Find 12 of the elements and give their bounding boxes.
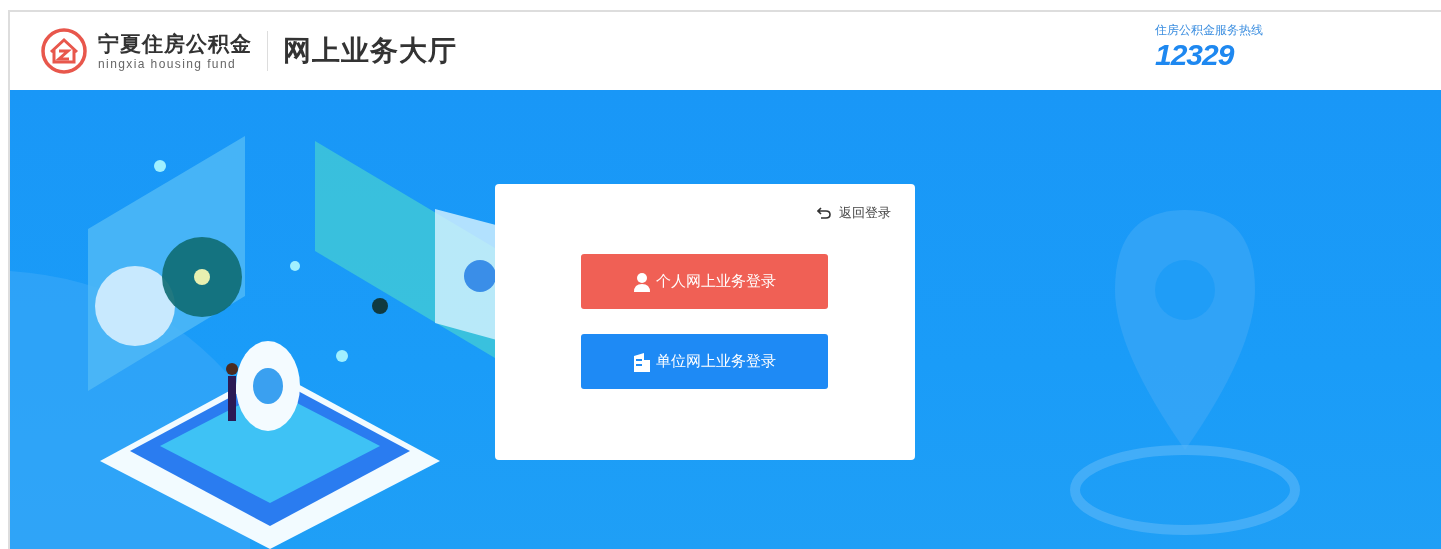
return-arrow-icon — [817, 207, 831, 219]
personal-login-button[interactable]: 个人网上业务登录 — [581, 254, 828, 309]
company-login-button[interactable]: 单位网上业务登录 — [581, 334, 828, 389]
hotline-number: 12329 — [1155, 39, 1235, 71]
person-icon — [633, 271, 651, 292]
back-to-login-link[interactable]: 返回登录 — [817, 202, 891, 224]
building-icon — [633, 351, 651, 372]
logo-subtitle: ningxia housing fund — [98, 57, 238, 71]
hotline-label: 住房公积金服务热线 — [1155, 22, 1263, 39]
site-title: 网上业务大厅 — [283, 34, 457, 68]
logo-icon — [40, 27, 88, 75]
logo-title: 宁夏住房公积金 — [98, 31, 252, 57]
